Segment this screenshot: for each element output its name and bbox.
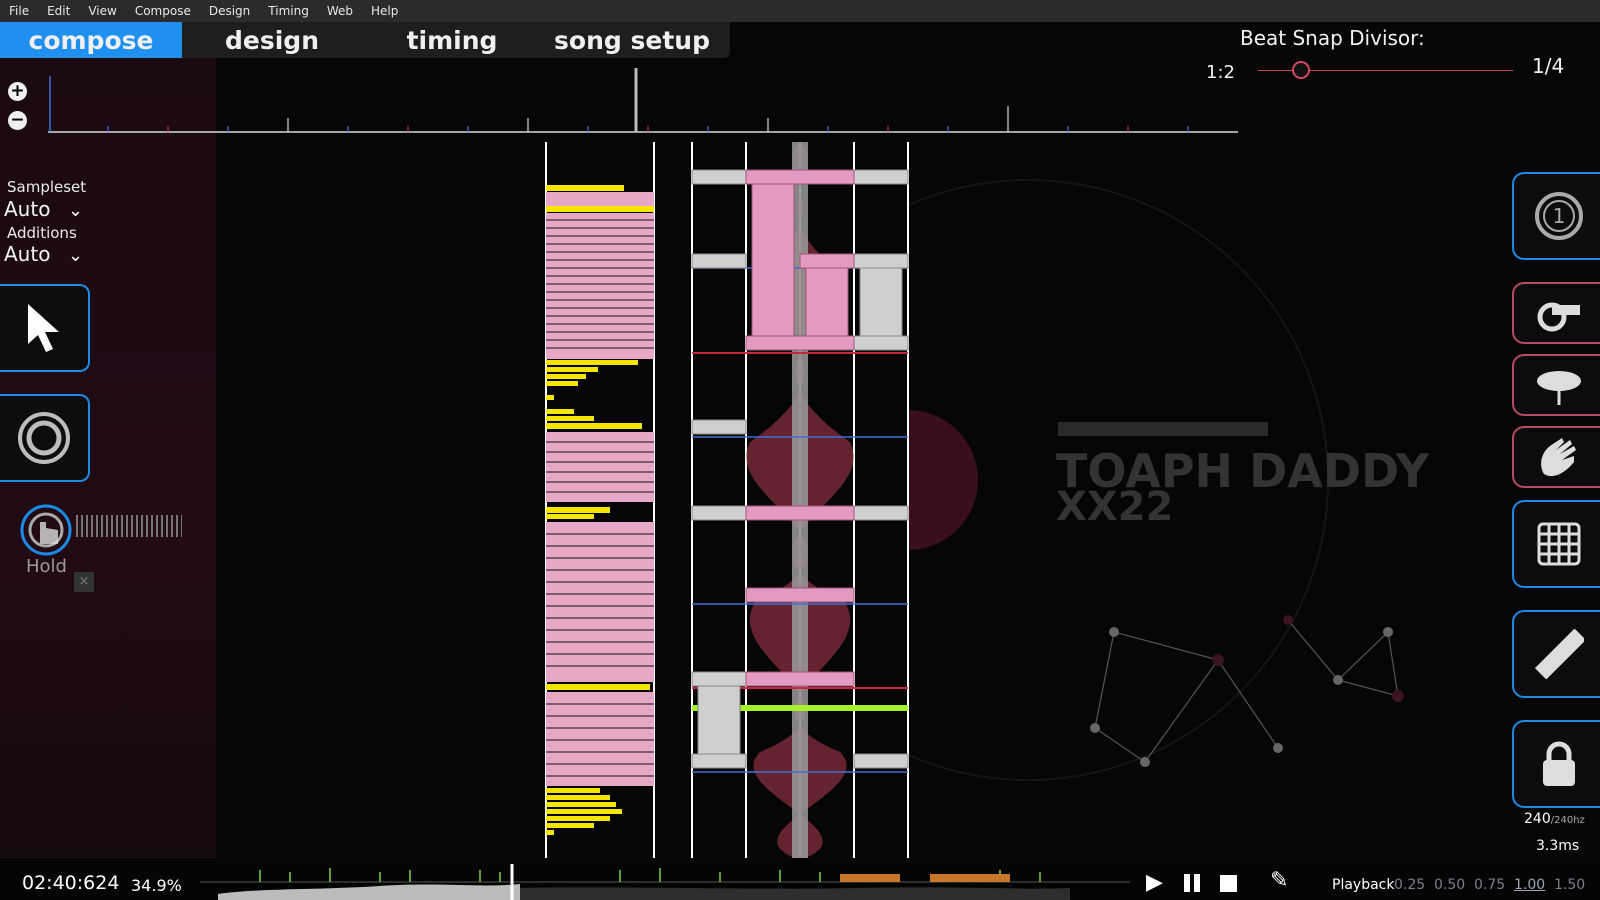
- bg-title-line2: XX22: [1056, 484, 1173, 530]
- number-one-icon: 1: [1535, 192, 1583, 240]
- note[interactable]: [691, 419, 747, 435]
- note[interactable]: [745, 671, 855, 687]
- fps-value: 240: [1524, 811, 1551, 827]
- number-tool-button[interactable]: 1: [1512, 172, 1600, 260]
- note[interactable]: [745, 335, 855, 351]
- hold-note-body[interactable]: [859, 267, 903, 337]
- note[interactable]: [691, 753, 747, 769]
- speed-0-50[interactable]: 0.50: [1434, 877, 1465, 893]
- cymbal-icon: [1537, 371, 1581, 405]
- note[interactable]: [745, 505, 855, 521]
- note[interactable]: [745, 587, 855, 603]
- hold-note-body[interactable]: [751, 183, 795, 337]
- whistle-button[interactable]: [1512, 282, 1600, 344]
- density-bars: [546, 185, 654, 835]
- tab-timing[interactable]: timing: [362, 22, 542, 58]
- pause-icon: [1194, 874, 1200, 892]
- menu-design[interactable]: Design: [200, 4, 259, 18]
- note[interactable]: [853, 335, 909, 351]
- hold-note-body[interactable]: [697, 685, 741, 755]
- additions-value[interactable]: Auto: [4, 242, 50, 266]
- background-art: TOAPH DADDY XX22: [908, 179, 1430, 781]
- note[interactable]: [745, 169, 855, 185]
- play-button[interactable]: ▶: [1146, 870, 1163, 895]
- tab-compose[interactable]: compose: [0, 22, 182, 58]
- additions-chevron-down-icon[interactable]: ⌄: [68, 245, 83, 266]
- speed-1-00[interactable]: 1.00: [1514, 877, 1545, 893]
- menu-edit[interactable]: Edit: [38, 4, 79, 18]
- timeline-ruler[interactable]: [48, 66, 1238, 136]
- fps-hz: /240hz: [1550, 815, 1585, 826]
- lock-button[interactable]: [1512, 720, 1600, 808]
- tab-song-setup[interactable]: song setup: [542, 22, 722, 58]
- current-time: 02:40:624: [22, 872, 120, 894]
- latency-value: 3.3ms: [1536, 838, 1580, 854]
- menu-view[interactable]: View: [79, 4, 125, 18]
- editor-playfield[interactable]: [540, 142, 920, 860]
- fps-counter: 240/240hz: [1524, 811, 1585, 827]
- speed-1-50[interactable]: 1.50: [1554, 877, 1585, 893]
- menu-file[interactable]: File: [0, 4, 38, 18]
- distance-snap-button[interactable]: [1512, 610, 1600, 698]
- menu-web[interactable]: Web: [318, 4, 362, 18]
- whistle-icon: [1537, 302, 1580, 332]
- select-cursor-icon: [28, 304, 59, 352]
- circle-note-icon: [18, 412, 70, 464]
- hold-label: Hold: [26, 556, 67, 577]
- finish-button[interactable]: [1512, 354, 1600, 416]
- note[interactable]: [853, 169, 909, 185]
- ruler-icon: [1534, 629, 1584, 679]
- zoom-out-icon[interactable]: −: [8, 111, 27, 130]
- note[interactable]: [691, 671, 747, 687]
- speed-0-75[interactable]: 0.75: [1474, 877, 1505, 893]
- note[interactable]: [853, 253, 909, 269]
- beat-snap-title: Beat Snap Divisor:: [1240, 26, 1425, 50]
- beat-snap-slider-thumb[interactable]: [1292, 61, 1311, 79]
- note[interactable]: [799, 253, 855, 269]
- beat-snap-value: 1/4: [1532, 54, 1565, 78]
- playback-label: Playback: [1332, 877, 1395, 893]
- tab-design[interactable]: design: [182, 22, 362, 58]
- grid-icon: [1537, 522, 1581, 566]
- speed-0-25[interactable]: 0.25: [1394, 877, 1425, 893]
- song-progress-percent: 34.9%: [131, 876, 182, 895]
- grid-button[interactable]: [1512, 500, 1600, 588]
- hold-note-body[interactable]: [805, 267, 849, 337]
- circle-tool-button[interactable]: [0, 394, 90, 482]
- additions-label: Additions: [7, 224, 77, 242]
- hold-waveform-strip: [76, 515, 182, 537]
- note[interactable]: [691, 169, 747, 185]
- pencil-icon[interactable]: ✎: [1270, 868, 1288, 893]
- svg-text:1: 1: [1553, 204, 1566, 228]
- sampleset-chevron-down-icon[interactable]: ⌄: [68, 200, 83, 221]
- menu-bar: File Edit View Compose Design Timing Web…: [0, 0, 1600, 22]
- clap-button[interactable]: [1512, 426, 1600, 488]
- hold-tool-icon[interactable]: [18, 500, 78, 560]
- note[interactable]: [853, 505, 909, 521]
- stop-button[interactable]: [1220, 875, 1237, 892]
- sampleset-label: Sampleset: [7, 178, 87, 196]
- clap-icon: [1541, 438, 1576, 477]
- mode-tabs: compose design timing song setup: [0, 22, 730, 58]
- sampleset-value[interactable]: Auto: [4, 197, 50, 221]
- close-icon[interactable]: ×: [74, 572, 94, 592]
- zoom-in-icon[interactable]: +: [8, 82, 27, 101]
- menu-compose[interactable]: Compose: [126, 4, 200, 18]
- menu-help[interactable]: Help: [362, 4, 407, 18]
- note[interactable]: [691, 505, 747, 521]
- lock-icon: [1543, 741, 1575, 786]
- select-tool-button[interactable]: [0, 284, 90, 372]
- note[interactable]: [691, 253, 747, 269]
- pause-button[interactable]: [1184, 874, 1190, 892]
- song-timeline[interactable]: [200, 862, 1130, 900]
- menu-timing[interactable]: Timing: [259, 4, 318, 18]
- note[interactable]: [853, 753, 909, 769]
